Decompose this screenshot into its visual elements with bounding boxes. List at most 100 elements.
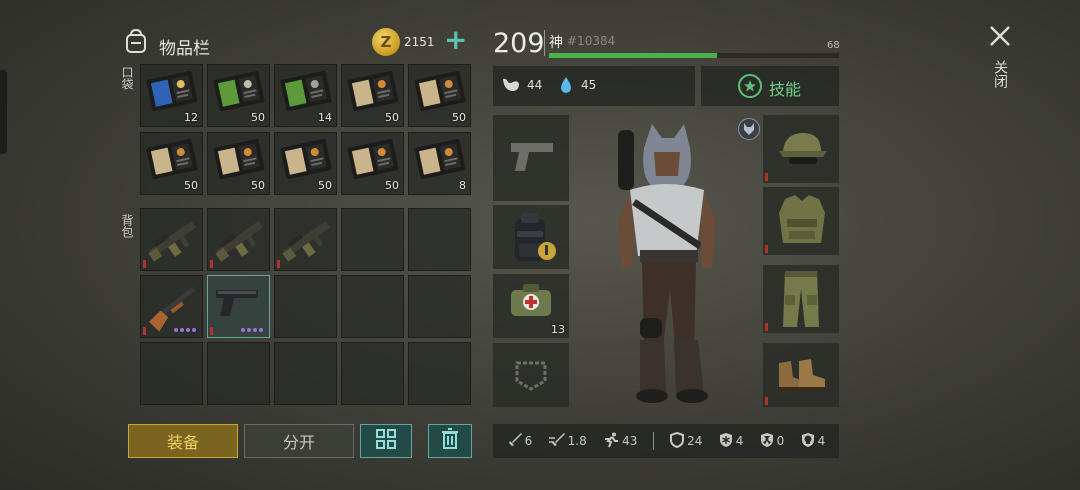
stomach-icon (500, 76, 522, 98)
grid-icon (375, 428, 397, 454)
hat-slot[interactable] (763, 115, 839, 183)
stack-count: 50 (251, 111, 265, 124)
boots-slot[interactable] (763, 343, 839, 407)
pocket-slot-item[interactable]: 50 (341, 64, 404, 127)
split-button[interactable]: 分开 (244, 424, 354, 458)
pants-icon (779, 269, 823, 333)
pocket-slot[interactable] (493, 343, 569, 407)
backpack-slot[interactable] (493, 205, 569, 269)
pocket-slot-item[interactable]: 50 (274, 132, 337, 195)
pocket-slot-item[interactable]: 50 (207, 132, 270, 195)
pistol-icon (509, 137, 555, 179)
wolf-badge-icon (738, 118, 760, 140)
backpack-slot-empty[interactable] (207, 342, 270, 405)
trash-icon (441, 428, 459, 454)
inventory-title: 物品栏 (159, 39, 210, 59)
pocket-slot-item[interactable]: 14 (274, 64, 337, 127)
document-icon (413, 69, 467, 117)
backpack-slot-empty[interactable] (140, 342, 203, 405)
stack-count: 50 (385, 179, 399, 192)
stack-count: 12 (184, 111, 198, 124)
add-coins-button[interactable]: + (444, 26, 468, 54)
backpack-slot-item[interactable] (207, 275, 270, 338)
move-speed-stat: 43 (602, 432, 637, 451)
pocket-slot-item[interactable]: 50 (341, 132, 404, 195)
backpack-slot-empty[interactable] (274, 342, 337, 405)
equip-button[interactable]: 装备 (128, 424, 238, 458)
stack-count: 8 (459, 179, 466, 192)
backpack-slot-item[interactable] (207, 208, 270, 271)
trash-button[interactable] (428, 424, 472, 458)
attack-speed-stat: 1.8 (548, 432, 587, 451)
backpack-slot-empty[interactable] (341, 275, 404, 338)
player-name: 神 (549, 35, 563, 51)
backpack-slot-item[interactable] (140, 208, 203, 271)
snowflake-shield-icon (718, 432, 734, 451)
radiation-shield-icon (759, 432, 775, 451)
stack-count: 50 (318, 179, 332, 192)
boots-icon (775, 355, 829, 399)
edge-handle[interactable] (0, 70, 7, 154)
stack-count: 50 (184, 179, 198, 192)
coin-icon: Z (372, 28, 400, 56)
durability-bar (210, 260, 213, 268)
rifle-icon (279, 215, 335, 269)
backpack-slot-item[interactable] (274, 208, 337, 271)
document-icon (212, 69, 266, 117)
water-value: 45 (581, 78, 597, 92)
document-icon (212, 137, 266, 185)
document-icon (413, 137, 467, 185)
cap-icon (777, 129, 829, 173)
skills-label: 技能 (769, 80, 802, 99)
backpack-slot-empty[interactable] (341, 208, 404, 271)
stack-count: 50 (452, 111, 466, 124)
xp-max: 68 (827, 40, 840, 51)
backpack-slot-empty[interactable] (408, 208, 471, 271)
backpack-slot-empty[interactable] (408, 275, 471, 338)
durability-bar (143, 327, 146, 335)
pocket-slot-item[interactable]: 12 (140, 64, 203, 127)
stats-bar: 6 1.8 43 24 4 0 4 (493, 424, 839, 458)
defense-stat: 24 (669, 431, 702, 451)
backpack-item-icon (507, 211, 557, 269)
durability-bar (143, 260, 146, 268)
pocket-slot-item[interactable]: 8 (408, 132, 471, 195)
backpack-slot-empty[interactable] (408, 342, 471, 405)
document-icon (346, 137, 400, 185)
rifle-icon (212, 215, 268, 269)
pocket-slot-item[interactable]: 50 (408, 64, 471, 127)
backpack-slot-item[interactable] (140, 275, 203, 338)
durability-bar (765, 245, 768, 253)
durability-bar (765, 323, 768, 331)
body-armor-slot[interactable] (763, 187, 839, 255)
close-label: 关闭 (992, 60, 1008, 88)
running-icon (602, 432, 620, 451)
swing-icon (548, 432, 566, 451)
stack-count: 14 (318, 111, 332, 124)
medkit-slot[interactable]: 13 (493, 274, 569, 338)
medkit-icon (507, 282, 555, 326)
document-icon (145, 69, 199, 117)
radiation-resistance-stat: 0 (759, 432, 784, 451)
document-icon (279, 69, 333, 117)
sort-grid-button[interactable] (360, 424, 412, 458)
stack-count: 50 (251, 179, 265, 192)
damage-stat: 6 (507, 432, 532, 451)
pocket-slot-item[interactable]: 50 (207, 64, 270, 127)
rifle-icon (145, 215, 201, 269)
weapon-slot[interactable] (493, 115, 569, 201)
backpack-slot-empty[interactable] (341, 342, 404, 405)
xp-bar (549, 53, 839, 58)
cold-resistance-stat: 4 (718, 432, 743, 451)
star-icon (738, 74, 762, 98)
pants-slot[interactable] (763, 265, 839, 333)
durability-bar (210, 327, 213, 335)
pocket-slot-item[interactable]: 50 (140, 132, 203, 195)
close-button[interactable]: 关闭 (984, 22, 1014, 102)
durability-bar (765, 173, 768, 181)
backpack-icon (124, 28, 148, 54)
skull-shield-icon (800, 432, 816, 451)
document-icon (279, 137, 333, 185)
backpack-slot-empty[interactable] (274, 275, 337, 338)
rarity-dots (174, 328, 196, 332)
